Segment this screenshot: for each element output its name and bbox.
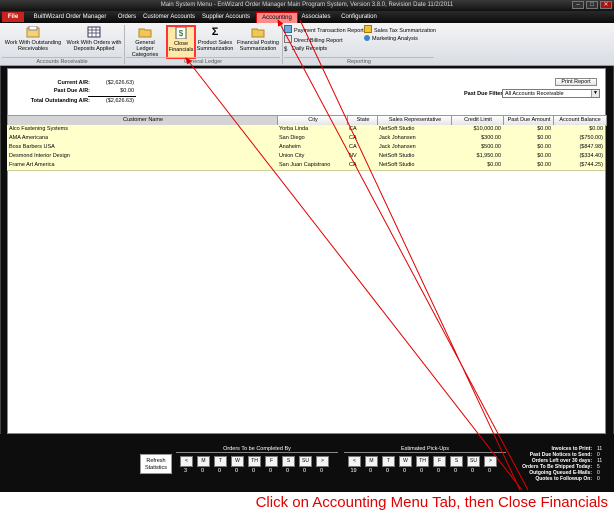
arrow-to-accounting-tab-edge xyxy=(299,19,521,491)
arrow-to-accounting-tab xyxy=(277,19,529,491)
arrow-to-close-financials xyxy=(185,57,523,491)
annotation-arrows xyxy=(185,19,529,491)
instruction-caption: Click on Accounting Menu Tab, then Close… xyxy=(255,494,608,511)
